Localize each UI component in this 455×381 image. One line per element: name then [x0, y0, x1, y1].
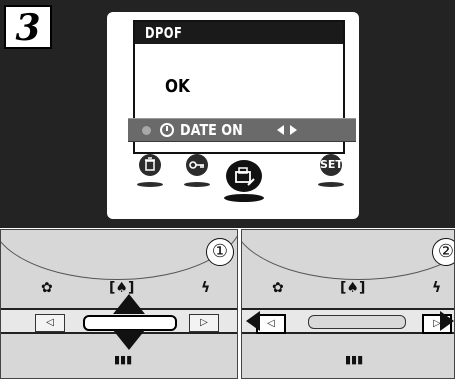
- right-key[interactable]: ▷: [189, 314, 219, 332]
- icon-shadow: [224, 194, 264, 202]
- arrow-right-icon[interactable]: [290, 125, 297, 135]
- icon-shadow: [318, 182, 344, 187]
- up-down-arrow-icon: [113, 294, 145, 350]
- lens-arc: [1, 230, 237, 280]
- lcd-message: OK: [165, 76, 190, 97]
- playback-index-icon: ▮▮▮: [114, 353, 133, 366]
- macro-flower-icon: ✿: [272, 280, 284, 296]
- lcd-title-bar: DPOF: [135, 22, 343, 44]
- icon-shadow: [137, 182, 163, 187]
- indicator-dot-icon: [142, 126, 151, 135]
- date-option-bar[interactable]: DATE ON: [128, 118, 356, 142]
- lcd-title: DPOF: [145, 24, 183, 42]
- erase-icon[interactable]: [139, 154, 161, 176]
- clock-icon: [160, 123, 174, 137]
- flash-icon: ϟ: [201, 280, 211, 296]
- left-key[interactable]: ◁: [35, 314, 65, 332]
- left-arrow-icon: [246, 311, 260, 331]
- four-way-rocker[interactable]: ◁ ▷: [242, 308, 454, 334]
- date-option-label: DATE ON: [180, 121, 243, 139]
- protect-key-icon[interactable]: [186, 154, 208, 176]
- instruction-top-panel: 3 DPOF OK DATE ON SET: [0, 0, 455, 228]
- lens-arc: [242, 230, 454, 280]
- icon-shadow: [184, 182, 210, 187]
- step-badge: 3: [4, 5, 52, 49]
- right-arrow-icon: [440, 311, 454, 331]
- camera-controls-panel-2: ② ✿ [♠] ϟ ◁ ▷ ▮▮▮: [241, 229, 455, 379]
- camera-controls-panel-1: ① ✿ [♠] ϟ ◁ ▷ ▮▮▮: [0, 229, 238, 379]
- macro-flower-icon: ✿: [41, 280, 53, 296]
- dpof-print-icon[interactable]: [226, 160, 262, 192]
- playback-index-icon: ▮▮▮: [345, 353, 364, 366]
- self-timer-icon: [♠]: [340, 280, 366, 296]
- step-number: 3: [15, 7, 41, 49]
- step-circle-2: ②: [432, 238, 454, 266]
- arrow-left-icon[interactable]: [277, 125, 284, 135]
- flash-icon: ϟ: [432, 280, 442, 296]
- step-circle-1: ①: [206, 238, 234, 266]
- center-bar[interactable]: [308, 315, 406, 329]
- set-icon[interactable]: SET: [320, 154, 343, 176]
